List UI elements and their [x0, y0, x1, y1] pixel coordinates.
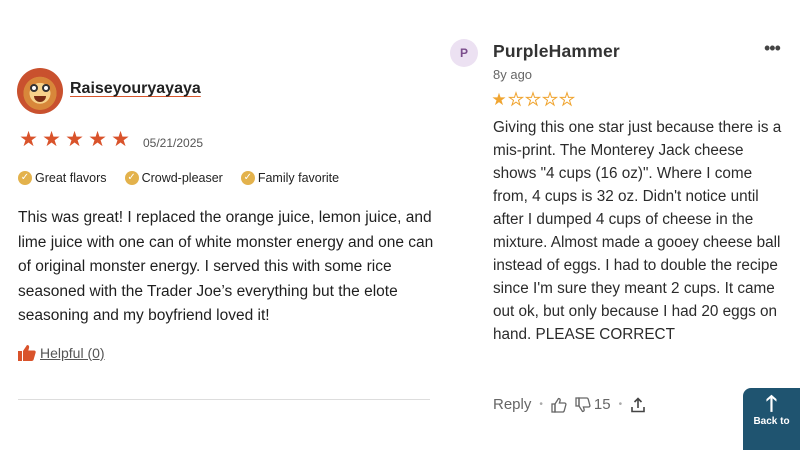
share-icon[interactable] [630, 396, 646, 413]
rating-stars: ★ ★ ★ ★ ★ [491, 90, 575, 109]
thumbs-down-icon[interactable] [575, 396, 591, 413]
review-date: 05/21/2025 [143, 136, 204, 150]
avatar[interactable] [17, 68, 63, 114]
review-body: This was great! I replaced the orange ju… [18, 209, 434, 324]
star-outline-icon: ★ [542, 90, 558, 109]
star-icon: ★ [19, 128, 38, 151]
tag-family-favorite: ✓ Family favorite [240, 171, 340, 185]
tag-crowd-pleaser: ✓ Crowd-pleaser [124, 171, 223, 185]
arrow-up-icon: 🡑 [765, 391, 778, 416]
reviewer-username[interactable]: PurpleHammer [493, 41, 620, 62]
star-icon: ★ [65, 128, 84, 151]
star-icon: ★ [111, 128, 130, 151]
back-to-top-button[interactable]: 🡑 Back to [743, 388, 800, 450]
tag-great-flavors: ✓ Great flavors [18, 171, 107, 185]
review-body: Giving this one star just because there … [493, 119, 782, 343]
separator-dot: • [618, 399, 623, 410]
dislike-count: 15 [593, 396, 611, 413]
star-outline-icon: ★ [525, 90, 541, 109]
more-options-icon[interactable]: ••• [764, 38, 781, 59]
divider [18, 399, 430, 400]
star-icon: ★ [491, 90, 507, 109]
avatar-eye-left [30, 84, 38, 92]
tag-label: Family favorite [257, 171, 340, 185]
review-card-left: Raiseyouryayaya ★ ★ ★ ★ ★ 05/21/2025 ✓ G… [0, 0, 450, 450]
rating-stars: ★ ★ ★ ★ ★ [18, 129, 131, 150]
check-icon: ✓ [124, 171, 139, 185]
thumbs-up-icon [18, 345, 36, 361]
review-actions: Reply • 15 • [493, 396, 646, 413]
reviewer-username[interactable]: Raiseyouryayaya [70, 80, 201, 98]
star-icon: ★ [88, 128, 107, 151]
tag-label: Crowd-pleaser [141, 171, 223, 185]
check-icon: ✓ [18, 171, 32, 185]
thumbs-up-icon[interactable] [551, 397, 567, 413]
reply-button[interactable]: Reply [493, 396, 531, 413]
helpful-link[interactable]: Helpful (0) [40, 345, 105, 361]
avatar[interactable]: P [450, 39, 478, 67]
star-icon: ★ [42, 128, 61, 151]
review-tags: ✓ Great flavors ✓ Crowd-pleaser ✓ Family… [18, 171, 357, 185]
star-outline-icon: ★ [508, 90, 524, 109]
avatar-mouth [34, 96, 46, 102]
star-outline-icon: ★ [559, 90, 575, 109]
review-time: 8y ago [493, 67, 533, 82]
tag-label: Great flavors [35, 171, 107, 185]
back-to-label: Back to [753, 416, 790, 427]
avatar-eye-right [42, 84, 50, 92]
review-card-right: P PurpleHammer ••• 8y ago ★ ★ ★ ★ ★ Givi… [440, 0, 800, 450]
check-icon: ✓ [240, 171, 255, 185]
separator-dot: • [539, 399, 543, 410]
helpful-button[interactable]: Helpful (0) [18, 345, 105, 361]
